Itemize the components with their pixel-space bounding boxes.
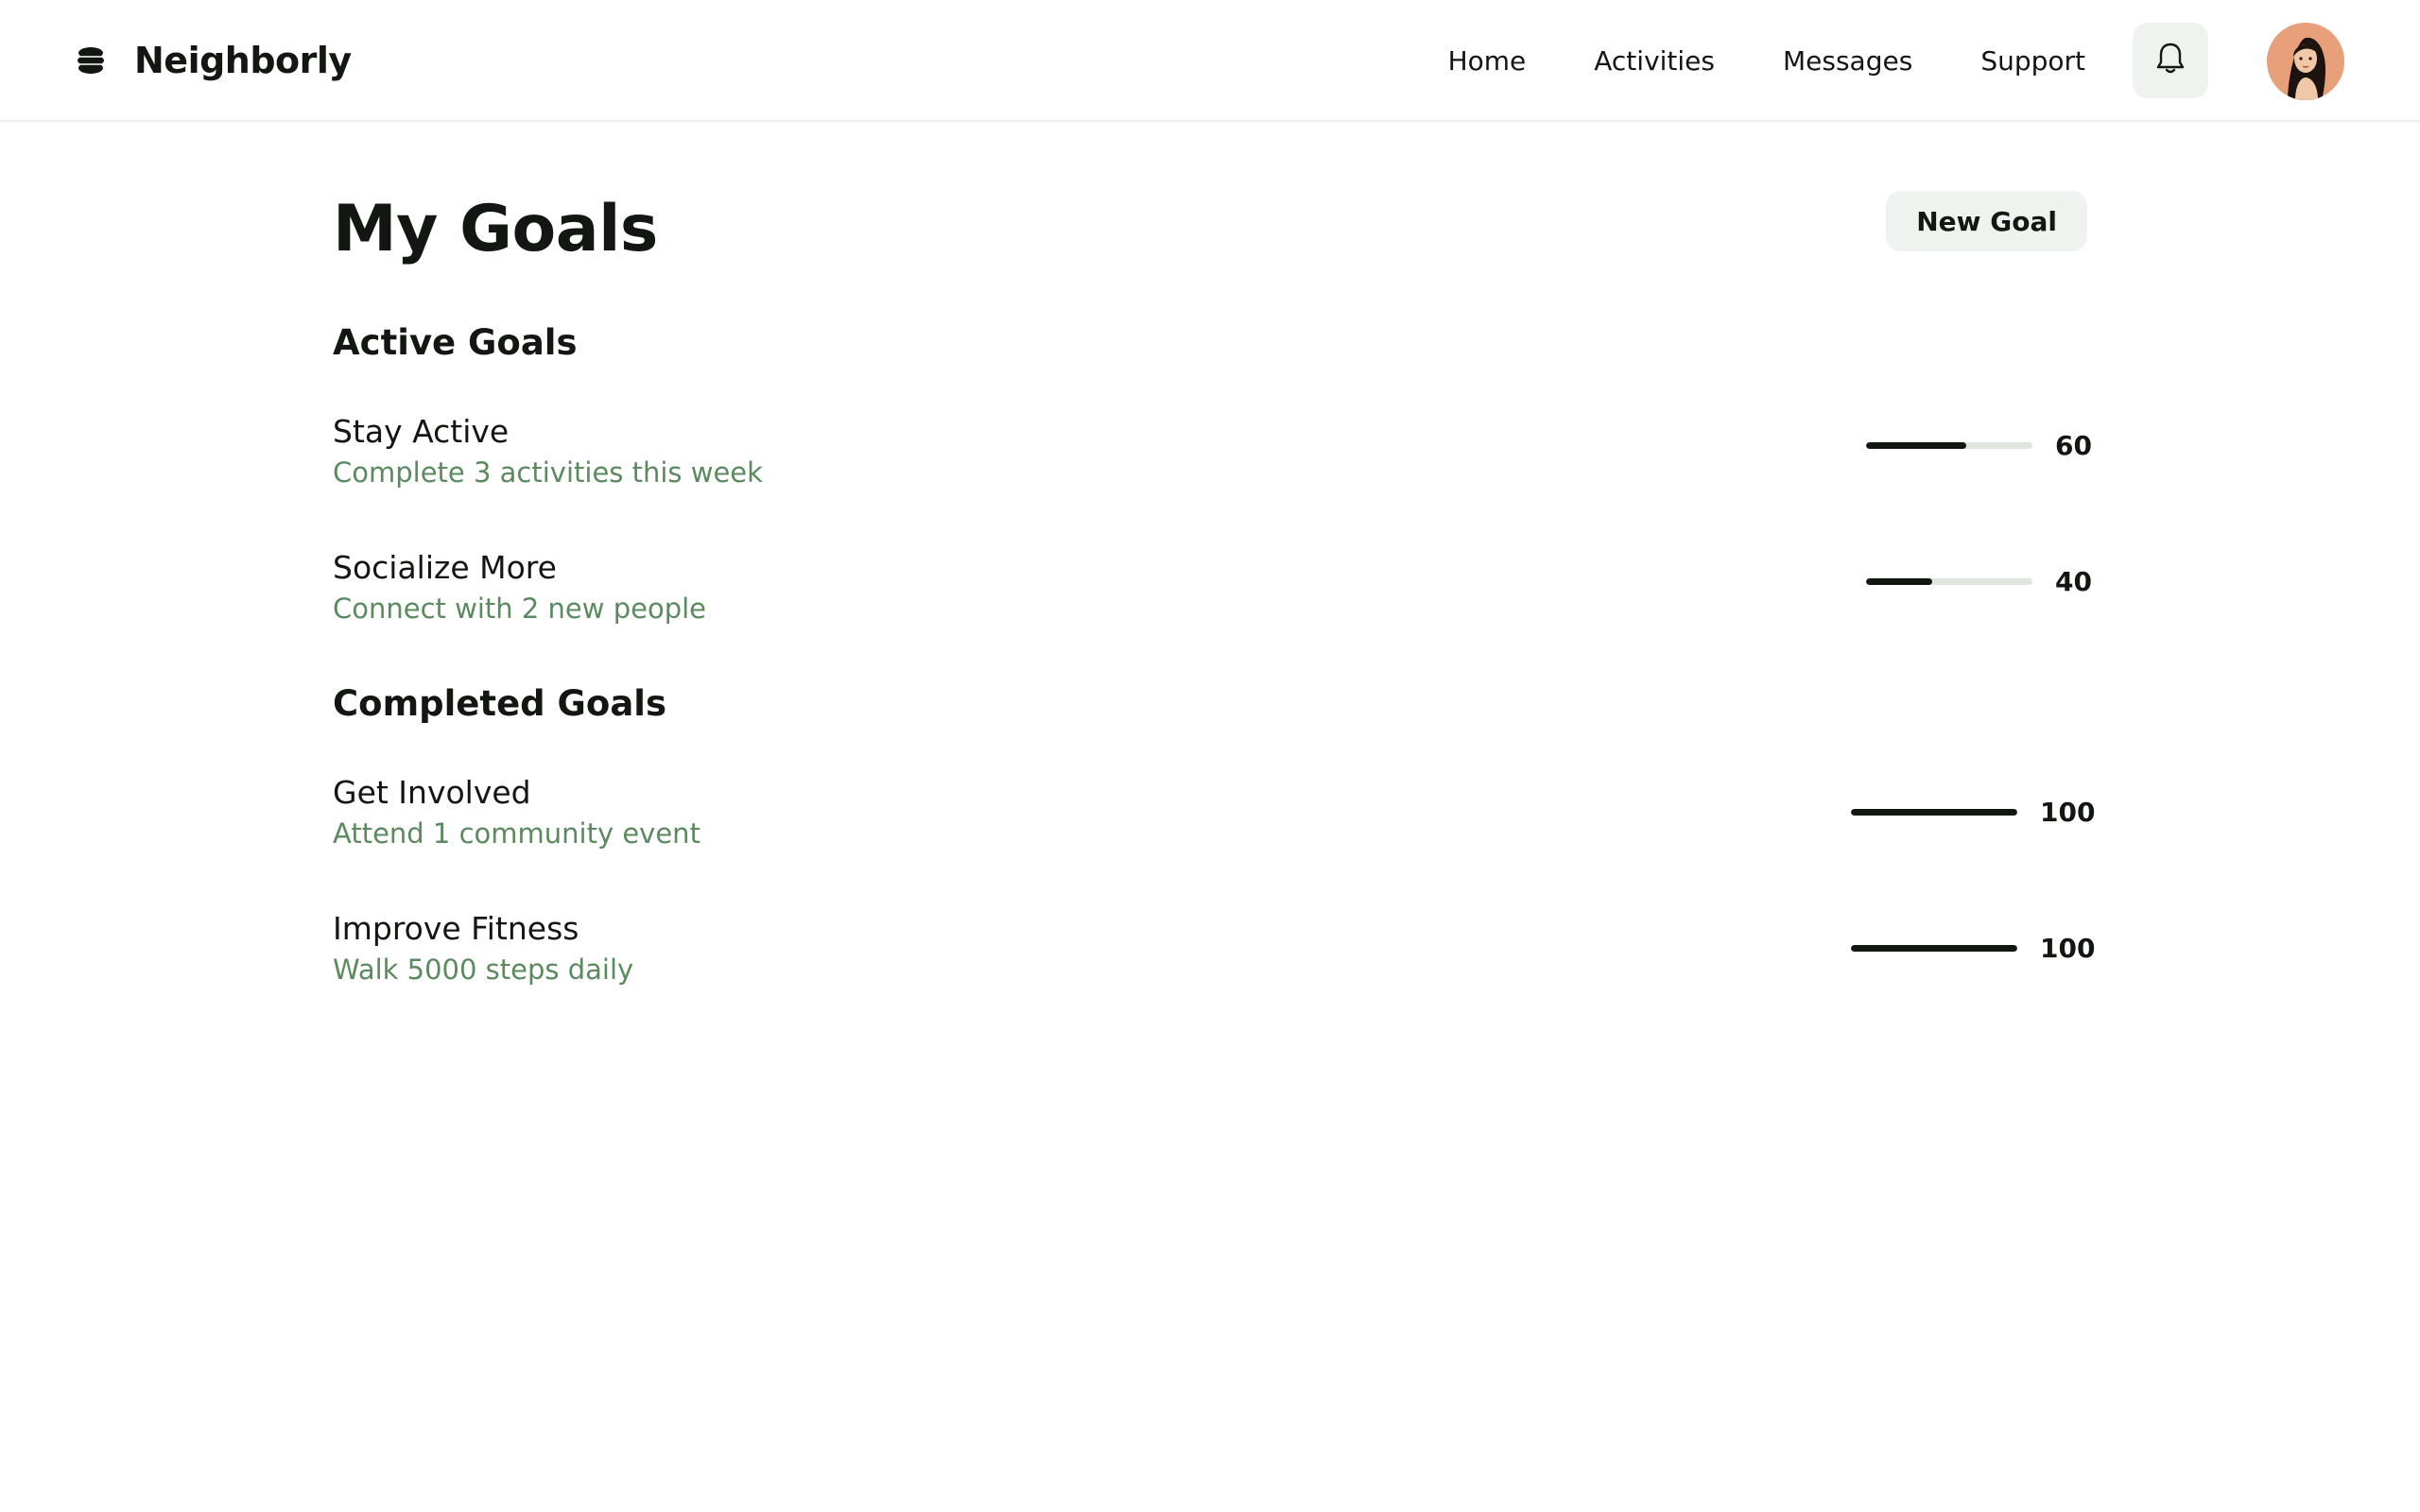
goal-title: Stay Active [333, 413, 510, 450]
goal-description: Walk 5000 steps daily [333, 954, 634, 986]
brand-name: Neighborly [134, 40, 352, 81]
progress-value: 40 [2055, 565, 2092, 597]
goal-description: Complete 3 activities this week [333, 456, 763, 489]
nav-item-activities[interactable]: Activities [1594, 45, 1715, 77]
progress-value: 100 [2040, 796, 2096, 828]
section-title-completed: Completed Goals [333, 683, 666, 724]
goal-item[interactable]: Get Involved Attend 1 community event 10… [333, 774, 2096, 878]
goal-progress: 60 [1866, 426, 2092, 464]
user-avatar[interactable] [2267, 23, 2344, 100]
goal-progress: 40 [1866, 562, 2092, 600]
notifications-button[interactable] [2133, 23, 2208, 98]
goal-progress: 100 [1851, 929, 2096, 967]
goal-item[interactable]: Stay Active Complete 3 activities this w… [333, 413, 2092, 517]
progress-fill [1866, 441, 1966, 449]
nav-item-messages[interactable]: Messages [1783, 45, 1912, 77]
progress-fill [1851, 944, 2017, 952]
goal-description: Connect with 2 new people [333, 593, 706, 625]
progress-fill [1866, 577, 1933, 585]
progress-value: 100 [2040, 932, 2096, 964]
goal-description: Attend 1 community event [333, 817, 700, 850]
goal-title: Get Involved [333, 774, 531, 811]
new-goal-button[interactable]: New Goal [1886, 191, 2087, 251]
nav-item-support[interactable]: Support [1980, 45, 2085, 77]
brand[interactable]: Neighborly [76, 0, 352, 121]
goal-progress: 100 [1851, 793, 2096, 831]
goal-title: Improve Fitness [333, 910, 579, 947]
goal-item[interactable]: Improve Fitness Walk 5000 steps daily 10… [333, 910, 2096, 1014]
goal-title: Socialize More [333, 549, 557, 586]
progress-track [1866, 577, 2032, 585]
progress-fill [1851, 808, 2017, 816]
bell-icon [2154, 42, 2187, 79]
progress-track [1851, 808, 2017, 816]
nav-item-home[interactable]: Home [1448, 45, 1527, 77]
section-title-active: Active Goals [333, 322, 578, 363]
main-nav: Home Activities Messages Support [1448, 0, 2085, 121]
stacked-disc-logo-icon [76, 45, 106, 76]
progress-track [1866, 441, 2032, 449]
goal-item[interactable]: Socialize More Connect with 2 new people… [333, 549, 2092, 653]
progress-track [1851, 944, 2017, 952]
progress-value: 60 [2055, 429, 2092, 461]
top-nav-bar: Neighborly Home Activities Messages Supp… [0, 0, 2420, 122]
page-title: My Goals [333, 192, 658, 266]
